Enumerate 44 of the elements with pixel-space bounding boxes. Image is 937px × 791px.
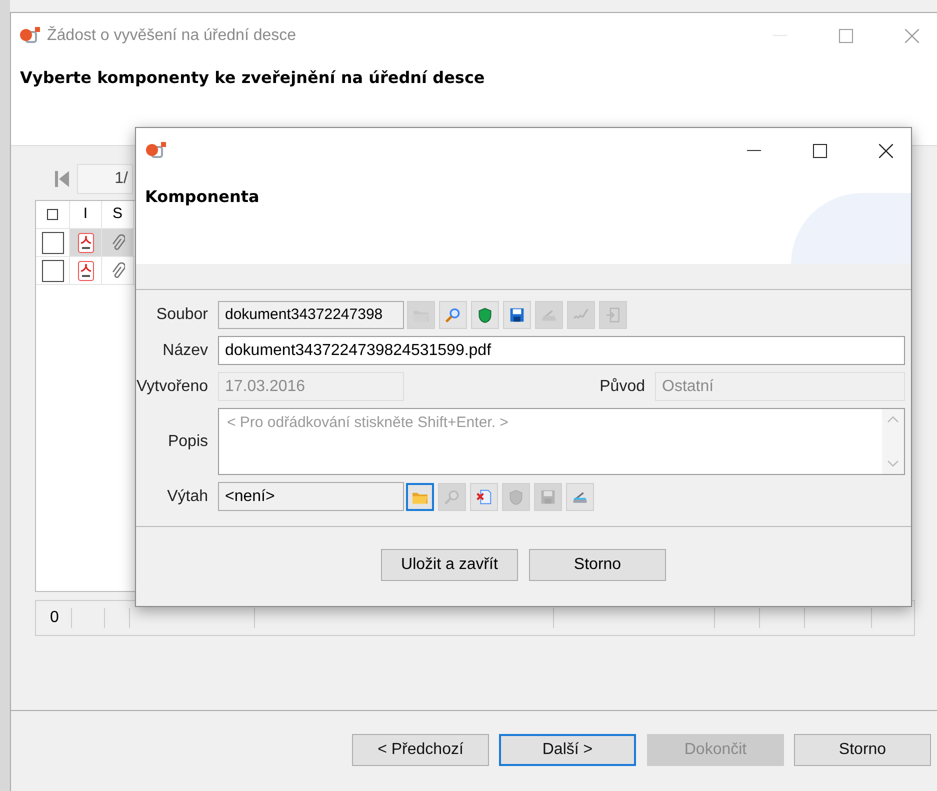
page-field[interactable]: 1/ [77,164,133,194]
field-label: Vytvořeno [136,376,208,396]
paperclip-icon [110,234,124,252]
field-label: Popis [168,432,208,452]
pdf-file-icon [78,260,94,280]
app-logo-icon [19,26,41,46]
first-page-icon[interactable] [55,170,69,188]
folder-tool-button[interactable] [406,482,434,510]
paperclip-icon [110,262,124,280]
scroll-down-icon[interactable] [887,460,899,468]
scanner-tool-button[interactable] [566,482,594,510]
window-title: Žádost o vyvěšení na úřední desce [47,25,296,46]
app-logo-icon [145,140,167,160]
field-label: Soubor [156,305,208,325]
scroll-up-icon[interactable] [887,415,899,423]
row-checkbox[interactable] [42,232,64,254]
item-count: 0 [50,608,59,628]
close-icon[interactable] [879,144,893,158]
shield-tool-button[interactable] [471,301,499,329]
save-tool-button[interactable] [503,301,531,329]
dialog-button[interactable]: Storno [529,549,666,581]
dialog-button[interactable]: Uložit a zavřít [381,549,518,581]
wizard-button[interactable]: Storno [794,734,931,766]
field-label: Výtah [167,486,208,506]
name-field[interactable]: dokument3437224739824531599.pdf [218,336,905,365]
wizard-button[interactable]: < Předchozí [352,734,489,766]
field-label: Původ [600,376,645,396]
extract-field[interactable]: <není> [218,482,404,511]
file-field[interactable]: dokument34372247398 [218,301,404,329]
select-all-checkbox[interactable] [47,209,58,220]
created-date-field: 17.03.2016 [218,372,404,401]
wizard-heading: Vyberte komponenty ke zveřejnění na úřední desce [20,68,485,87]
maximize-icon[interactable] [813,144,827,158]
dialog-heading: Komponenta [145,187,260,206]
pdf-file-icon [78,232,94,252]
magnifier-tool-button[interactable] [439,301,467,329]
wizard-button[interactable]: Další > [499,734,636,766]
delete-tool-button[interactable] [470,482,498,510]
table-row-highlight[interactable] [70,229,134,256]
column-header[interactable]: I [83,203,88,226]
row-checkbox[interactable] [42,260,64,282]
field-label: Název [162,340,208,360]
origin-field: Ostatní [655,372,905,401]
column-header[interactable]: S [112,203,122,226]
